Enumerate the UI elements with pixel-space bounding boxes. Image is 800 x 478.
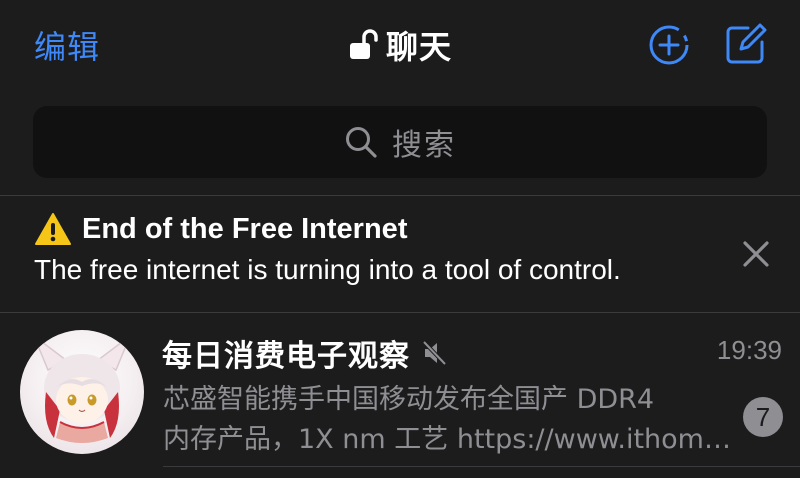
search-input[interactable]: 搜索 [33,106,767,178]
avatar [20,330,144,454]
chat-preview-line: 内存产品，1X nm 工艺 https://www.ithome.com [163,424,731,455]
unlock-icon[interactable] [348,28,378,62]
navigation-bar: 编辑 聊天 [0,0,800,92]
chat-preview-line: 芯盛智能携手中国移动发布全国产 DDR4 [163,384,655,415]
compose-button[interactable] [724,22,768,66]
chat-time: 19:39 [716,335,782,365]
title-text: 聊天 [385,28,452,66]
chat-name-row: 每日消费电子观察 [162,331,448,375]
mute-icon [422,340,447,366]
close-icon[interactable] [740,238,772,270]
search-placeholder: 搜索 [392,128,456,163]
banner-title: End of the Free Internet [82,212,408,245]
banner-title-row: End of the Free Internet [34,212,407,246]
new-group-button[interactable] [648,24,690,66]
notice-banner[interactable]: End of the Free Internet The free intern… [0,196,800,311]
chat-list-item[interactable]: 每日消费电子观察 19:39 芯盛智能携手中国移动发布全国产 DDR4 内存产品… [0,313,800,478]
banner-text: The free internet is turning into a tool… [34,254,621,285]
avatar-illustration [32,333,132,443]
warning-icon [35,213,71,245]
unread-badge: 7 [743,397,783,437]
chat-name: 每日消费电子观察 [162,339,410,374]
search-icon [346,127,377,158]
divider [163,466,800,467]
